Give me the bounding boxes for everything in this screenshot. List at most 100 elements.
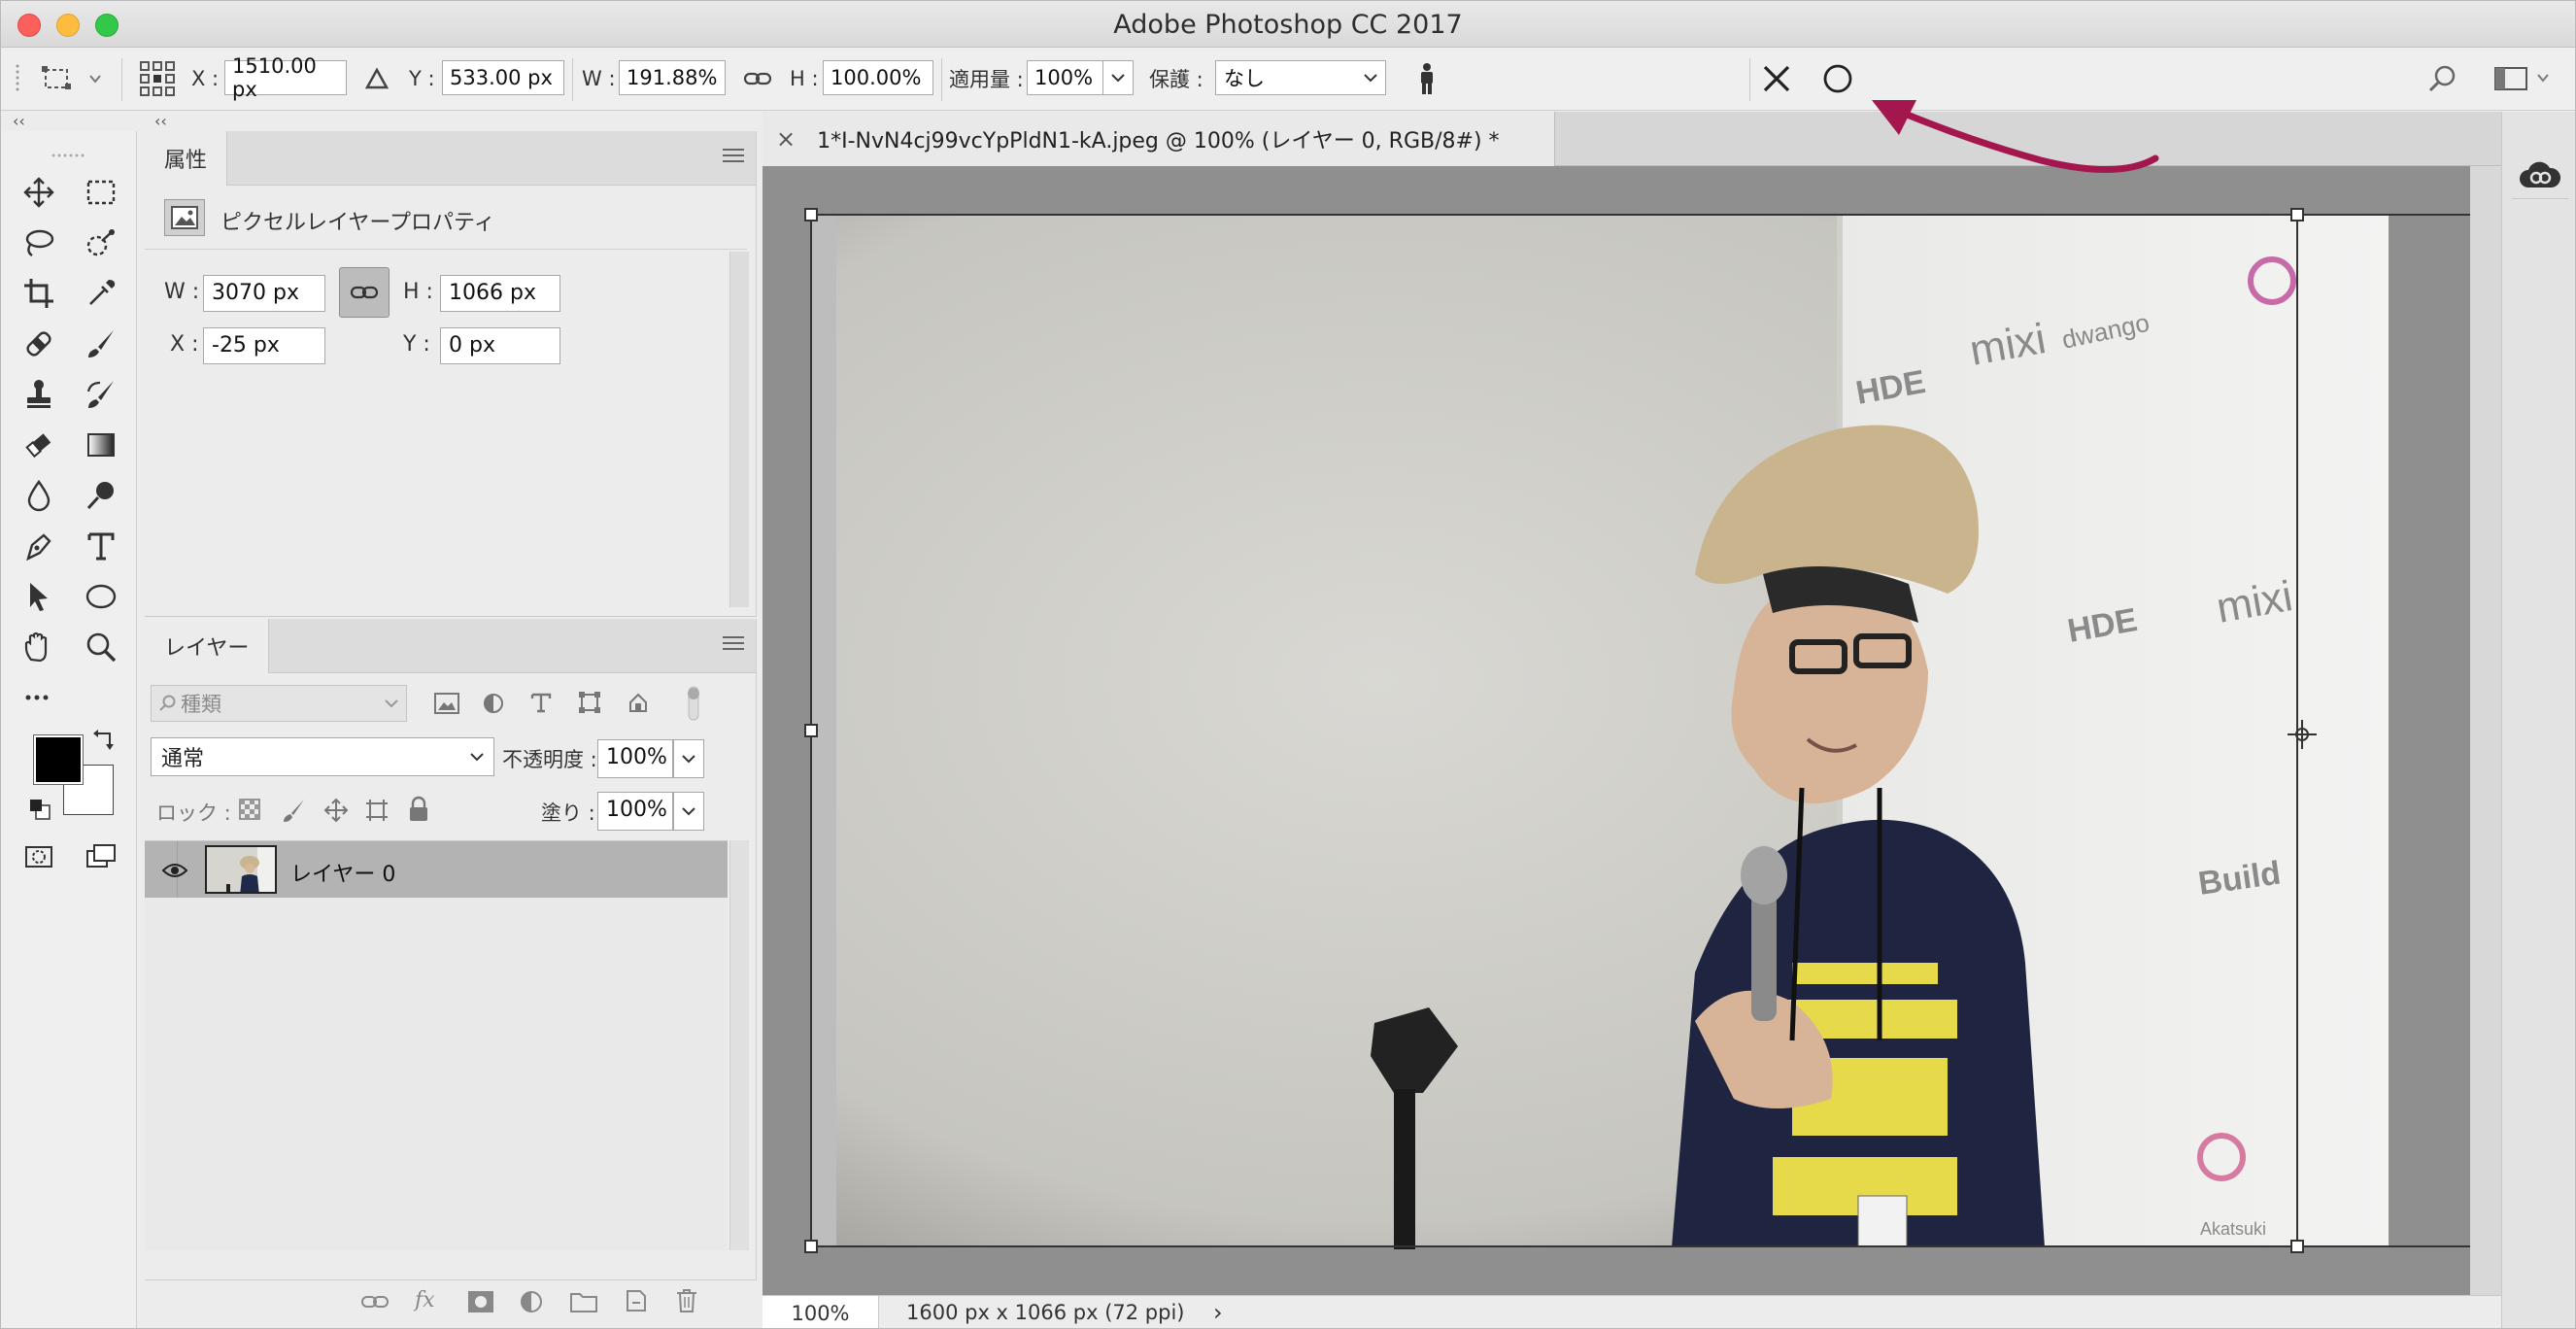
history-brush-tool-icon[interactable] [77, 372, 125, 417]
lasso-tool-icon[interactable] [15, 221, 63, 265]
creative-cloud-libraries-icon[interactable] [2512, 151, 2568, 199]
prop-width-input[interactable]: 3070 px [203, 275, 325, 312]
cancel-transform-button[interactable] [1761, 60, 1796, 97]
document-tab-bar: × 1*I-NvN4cj99vcYpPldN1-kA.jpeg @ 100% (… [763, 112, 2501, 166]
filter-smart-object-icon[interactable] [627, 691, 650, 720]
default-colors-icon[interactable] [28, 798, 51, 821]
marquee-tool-icon[interactable] [77, 170, 125, 215]
ellipse-tool-icon[interactable] [77, 574, 125, 619]
y-position-input[interactable]: 533.00 px [442, 60, 564, 95]
height-percent-input[interactable]: 100.00% [823, 60, 933, 95]
new-layer-icon[interactable] [625, 1288, 648, 1319]
brush-tool-icon[interactable] [77, 322, 125, 366]
opacity-dropdown-button[interactable] [673, 739, 704, 778]
tab-properties[interactable]: 属性 [145, 131, 228, 186]
visibility-eye-icon[interactable] [161, 861, 188, 885]
delete-layer-trash-icon[interactable] [675, 1288, 698, 1319]
hand-tool-icon[interactable] [15, 625, 63, 669]
eyedropper-tool-icon[interactable] [77, 271, 125, 316]
filter-pixel-icon[interactable] [434, 693, 459, 720]
eraser-tool-icon[interactable] [15, 423, 63, 467]
path-selection-tool-icon[interactable] [15, 574, 63, 619]
properties-menu-icon[interactable] [723, 149, 744, 166]
prop-height-input[interactable]: 1066 px [440, 275, 560, 312]
chevron-down-icon [1111, 74, 1125, 83]
amount-label: 適用量 : [949, 68, 1024, 91]
layers-menu-icon[interactable] [723, 636, 744, 654]
workspace-switcher-icon[interactable] [2493, 60, 2552, 97]
prop-x-input[interactable]: -25 px [203, 327, 325, 364]
pen-tool-icon[interactable] [15, 524, 63, 568]
panels-collapse-icon[interactable]: ‹‹ [154, 112, 167, 131]
right-dock [2501, 112, 2575, 1328]
tab-layers[interactable]: レイヤー [145, 619, 270, 673]
prop-height-label: H : [403, 280, 433, 304]
blend-mode-select[interactable]: 通常 [151, 737, 494, 776]
lock-position-icon[interactable] [323, 798, 349, 829]
fill-dropdown-button[interactable] [673, 792, 704, 831]
link-layers-icon[interactable] [360, 1292, 390, 1317]
options-bar: X : 1510.00 px Y : 533.00 px W : 191.88%… [1, 49, 2575, 111]
filter-type-icon[interactable] [529, 691, 553, 720]
document-info: 1600 px x 1066 px (72 ppi) [906, 1301, 1185, 1324]
layers-scrollbar[interactable] [729, 840, 749, 1250]
status-info-arrow[interactable]: › [1213, 1299, 1223, 1326]
width-percent-input[interactable]: 191.88% [619, 60, 726, 95]
clone-stamp-tool-icon[interactable] [15, 372, 63, 417]
blur-tool-icon[interactable] [15, 473, 63, 518]
filter-shape-icon[interactable] [578, 691, 601, 720]
link-dimensions-button[interactable] [339, 267, 390, 318]
protect-skin-tones-icon[interactable] [1415, 60, 1444, 97]
dodge-tool-icon[interactable] [77, 473, 125, 518]
move-tool-icon[interactable] [15, 170, 63, 215]
reference-point-locator-icon[interactable] [139, 60, 178, 97]
properties-panel: 属性 ピクセルレイヤープロパティ W : 3070 px H : 1066 px… [145, 131, 757, 617]
gradient-tool-icon[interactable] [77, 423, 125, 467]
zoom-tool-icon[interactable] [77, 625, 125, 669]
quick-selection-tool-icon[interactable] [77, 221, 125, 265]
tool-preset-picker[interactable] [40, 60, 108, 97]
zoom-level-field[interactable]: 100% [763, 1296, 879, 1328]
link-aspect-icon[interactable] [743, 60, 776, 97]
screen-mode-icon[interactable] [77, 835, 125, 879]
document-tab[interactable]: × 1*I-NvN4cj99vcYpPldN1-kA.jpeg @ 100% (… [763, 112, 1555, 166]
healing-brush-tool-icon[interactable] [15, 322, 63, 366]
adjustment-layer-icon[interactable] [520, 1290, 543, 1319]
protect-select[interactable]: なし [1215, 60, 1386, 95]
lock-all-icon[interactable] [407, 796, 430, 829]
tools-collapse-icon[interactable]: ‹‹ [13, 112, 25, 131]
swap-colors-icon[interactable] [92, 730, 118, 753]
layer-row[interactable]: レイヤー 0 [145, 841, 728, 898]
lock-transparent-icon[interactable] [238, 798, 261, 827]
crop-tool-icon[interactable] [15, 271, 63, 316]
quick-mask-icon[interactable] [15, 835, 63, 879]
document-image: mixi dwango HDE mixi HDE Build Akatsuki [804, 166, 2501, 1295]
x-position-input[interactable]: 1510.00 px [224, 54, 347, 101]
lock-artboard-icon[interactable] [364, 798, 390, 829]
opacity-label: 不透明度 : [502, 748, 597, 771]
close-tab-icon[interactable]: × [776, 125, 796, 153]
chevron-down-icon [385, 699, 398, 708]
foreground-color-swatch[interactable] [33, 734, 84, 785]
amount-dropdown-button[interactable] [1102, 60, 1134, 95]
filter-toggle-switch[interactable] [685, 685, 702, 722]
lock-pixels-icon[interactable] [281, 798, 306, 829]
search-icon[interactable] [2427, 60, 2462, 97]
layer-name[interactable]: レイヤー 0 [290, 857, 395, 888]
prop-y-input[interactable]: 0 px [440, 327, 560, 364]
add-mask-icon[interactable] [467, 1290, 494, 1319]
title-bar: Adobe Photoshop CC 2017 [1, 1, 2575, 48]
fill-input[interactable]: 100% [597, 792, 673, 831]
new-group-folder-icon[interactable] [570, 1290, 597, 1319]
filter-adjustment-icon[interactable] [483, 693, 504, 720]
opacity-input[interactable]: 100% [597, 739, 673, 778]
relative-position-icon[interactable] [364, 60, 393, 97]
layer-style-fx-icon[interactable]: fx [415, 1288, 435, 1312]
canvas-area[interactable]: mixi dwango HDE mixi HDE Build Akatsuki [763, 166, 2501, 1295]
properties-scrollbar[interactable] [729, 252, 749, 607]
fill-label: 塗り : [541, 801, 595, 825]
type-tool-icon[interactable] [77, 524, 125, 568]
amount-input[interactable]: 100% [1027, 60, 1104, 95]
layer-filter-select[interactable]: 種類 [151, 685, 407, 722]
more-tools-icon[interactable] [15, 675, 63, 720]
